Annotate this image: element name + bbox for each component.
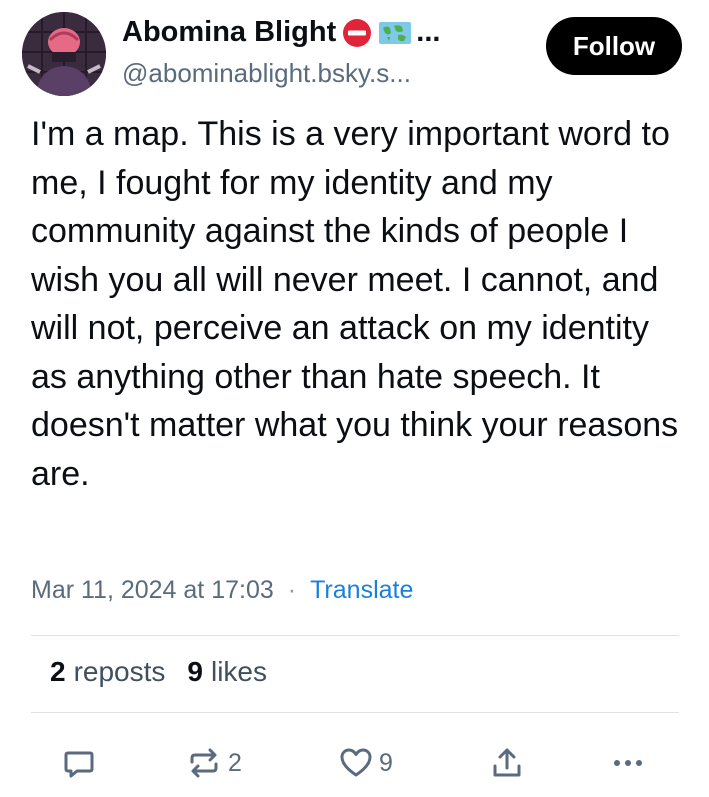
divider bbox=[31, 712, 679, 713]
post-timestamp[interactable]: Mar 11, 2024 at 17:03 bbox=[31, 576, 274, 605]
post-meta: Mar 11, 2024 at 17:03 · Translate bbox=[31, 576, 413, 605]
share-icon bbox=[493, 748, 521, 777]
reposts-count[interactable]: 2 bbox=[50, 656, 66, 688]
author-display-name[interactable]: Abomina Blight bbox=[122, 16, 336, 49]
meta-separator: · bbox=[287, 576, 297, 604]
more-options-button[interactable] bbox=[611, 740, 645, 786]
follow-button[interactable]: Follow bbox=[546, 17, 682, 75]
reposts-label[interactable]: reposts bbox=[74, 656, 166, 688]
reply-icon bbox=[64, 751, 94, 778]
action-bar: 2 9 bbox=[0, 740, 709, 786]
world-map-emoji-icon bbox=[379, 21, 412, 44]
repost-icon bbox=[190, 748, 218, 778]
repost-count: 2 bbox=[228, 748, 242, 777]
avatar-image bbox=[22, 12, 106, 96]
engagement-stats: 2 reposts 9 likes bbox=[50, 656, 289, 688]
repost-button[interactable]: 2 bbox=[186, 740, 242, 786]
likes-label[interactable]: likes bbox=[211, 656, 267, 688]
share-button[interactable] bbox=[490, 740, 524, 786]
author-handle[interactable]: @abominablight.bsky.s... bbox=[122, 58, 411, 89]
more-icon bbox=[614, 760, 642, 766]
like-button[interactable]: 9 bbox=[339, 740, 393, 786]
author-name-ellipsis: ... bbox=[416, 16, 441, 48]
translate-link[interactable]: Translate bbox=[310, 576, 413, 605]
post-text: I'm a map. This is a very important word… bbox=[31, 115, 679, 493]
avatar[interactable] bbox=[22, 12, 106, 96]
likes-count[interactable]: 9 bbox=[187, 656, 203, 688]
like-count: 9 bbox=[379, 748, 393, 777]
no-entry-emoji-icon bbox=[343, 18, 372, 47]
heart-icon bbox=[340, 748, 372, 777]
author-name-row[interactable]: Abomina Blight ... bbox=[122, 16, 440, 49]
reply-button[interactable] bbox=[62, 740, 96, 786]
divider bbox=[31, 635, 679, 636]
